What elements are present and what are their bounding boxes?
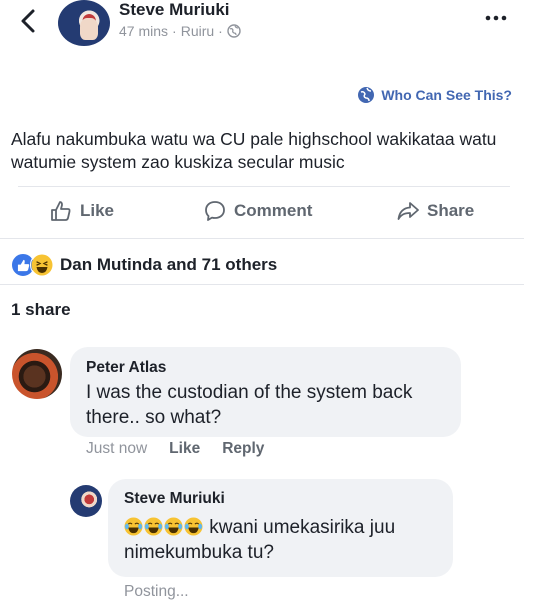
- divider: [18, 186, 510, 187]
- post-meta: 47 mins · Ruiru ·: [119, 23, 241, 39]
- commenter-avatar[interactable]: [12, 349, 62, 399]
- comment-button[interactable]: Comment: [204, 200, 312, 222]
- comment-label[interactable]: Comment: [234, 201, 312, 221]
- share-arrow-icon: [397, 202, 419, 220]
- reaction-names[interactable]: Dan Mutinda and 71 others: [60, 255, 277, 275]
- who-can-see-label[interactable]: Who Can See This?: [381, 87, 512, 103]
- comment-bubble[interactable]: Peter Atlas I was the custodian of the s…: [70, 347, 461, 437]
- share-label[interactable]: Share: [427, 201, 474, 221]
- post-body: Alafu nakumbuka watu wa CU pale highscho…: [11, 129, 497, 172]
- comment-text: I was the custodian of the system back t…: [86, 382, 413, 428]
- post-location[interactable]: Ruiru: [181, 23, 214, 39]
- share-count[interactable]: 1 share: [11, 300, 71, 320]
- divider: [0, 284, 524, 285]
- share-button[interactable]: Share: [397, 200, 474, 222]
- globe-icon: [227, 24, 241, 38]
- reply-avatar[interactable]: [70, 485, 102, 517]
- reply-text: kwani umekasirika juu nimekumbuka tu?: [124, 515, 449, 565]
- laughing-tears-emoji-icon: [164, 517, 183, 536]
- commenter-name[interactable]: Peter Atlas: [86, 359, 166, 377]
- more-options-icon[interactable]: [484, 8, 508, 28]
- globe-privacy-icon: [358, 87, 375, 103]
- who-can-see-link[interactable]: Who Can See This?: [357, 86, 512, 104]
- laughing-tears-emoji-icon: [124, 517, 143, 536]
- comment-like-button[interactable]: Like: [169, 440, 200, 458]
- divider: [0, 238, 524, 239]
- reactions-summary[interactable]: Dan Mutinda and 71 others: [11, 253, 277, 277]
- reply-author-name[interactable]: Steve Muriuki: [124, 490, 225, 508]
- like-label[interactable]: Like: [80, 201, 114, 221]
- haha-reaction-icon: [30, 253, 54, 277]
- comment-reply-button[interactable]: Reply: [222, 440, 264, 458]
- thumbs-up-icon: [51, 201, 71, 221]
- laughing-emoji-group: [124, 517, 204, 538]
- comment-actions: Just now Like Reply: [86, 440, 264, 458]
- comment-bubble-icon: [205, 201, 225, 221]
- reply-bubble[interactable]: Steve Muriuki kwani umekasirika juu nime…: [108, 479, 453, 577]
- posting-status: Posting...: [124, 583, 189, 600]
- meta-separator: ·: [218, 23, 223, 39]
- like-button[interactable]: Like: [50, 200, 114, 222]
- laughing-tears-emoji-icon: [144, 517, 163, 536]
- laughing-tears-emoji-icon: [184, 517, 203, 536]
- back-chevron-icon[interactable]: [16, 8, 42, 34]
- post-time: 47 mins: [119, 23, 169, 39]
- meta-separator: ·: [172, 23, 177, 39]
- author-avatar[interactable]: [58, 0, 110, 46]
- author-name[interactable]: Steve Muriuki: [119, 0, 230, 20]
- comment-time: Just now: [86, 440, 148, 457]
